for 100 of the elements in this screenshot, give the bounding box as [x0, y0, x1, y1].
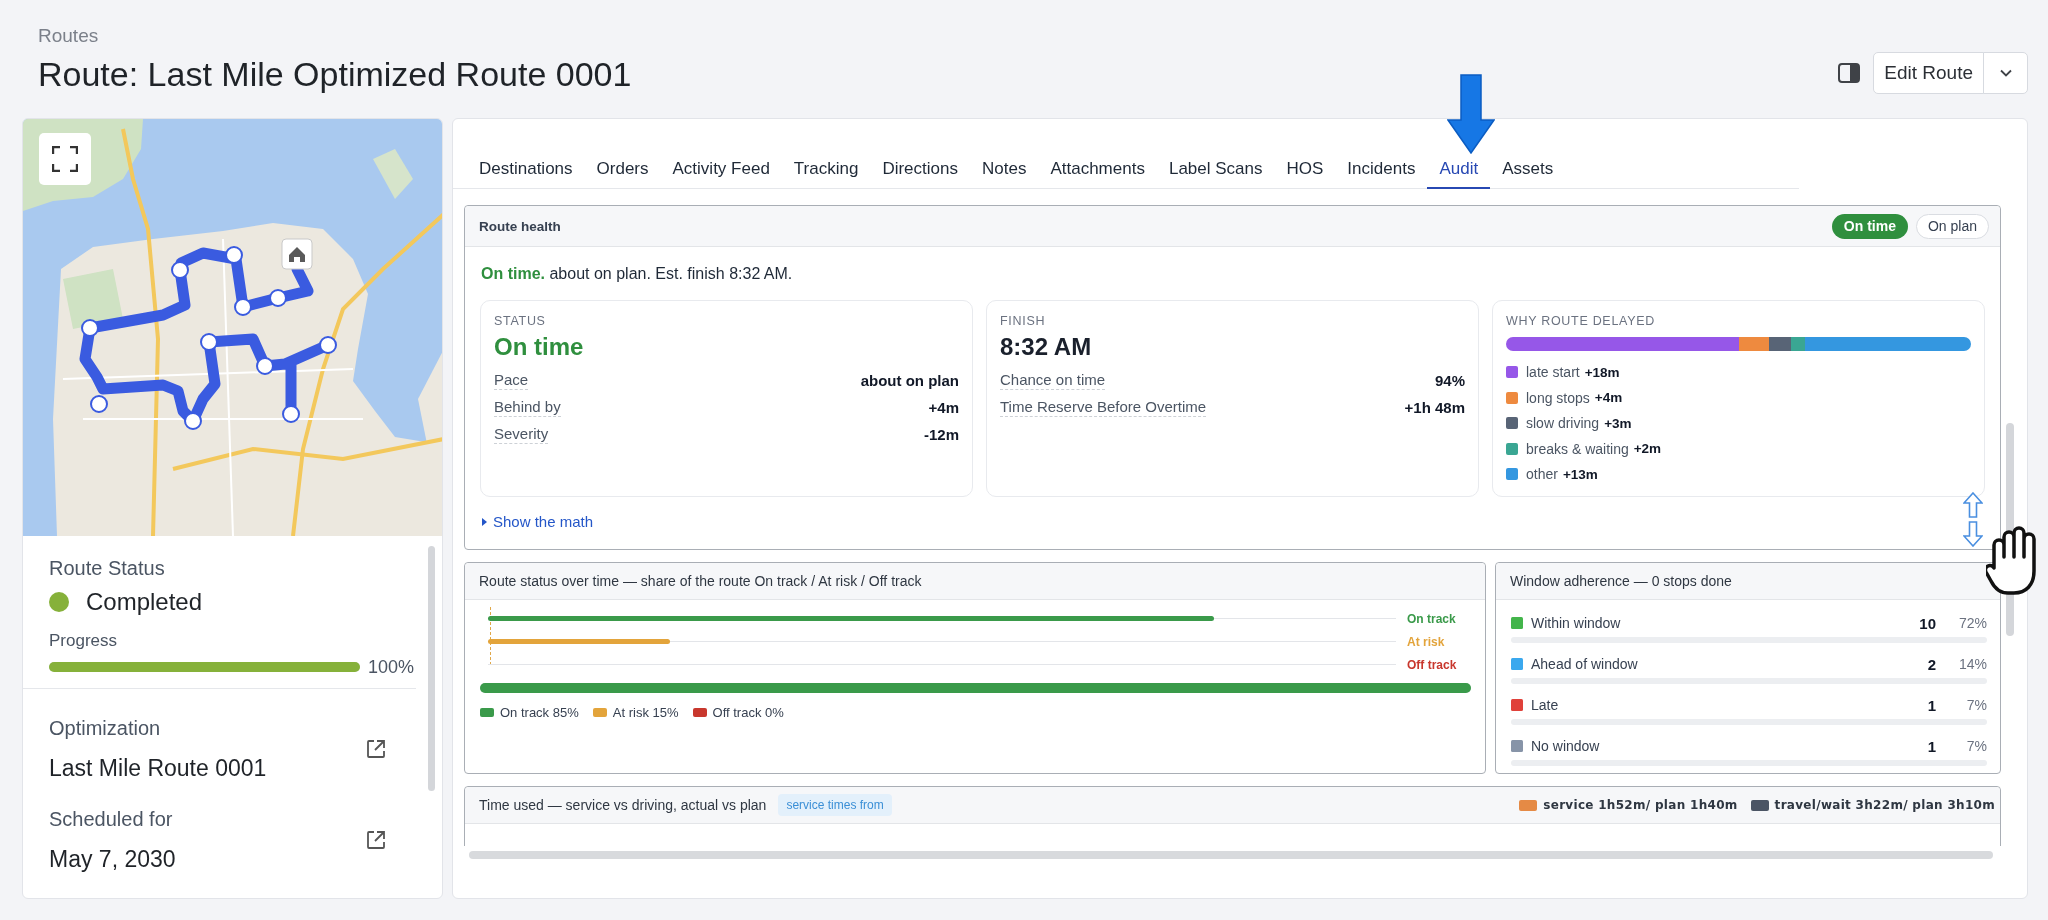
cause-value: +13m: [1562, 466, 1598, 482]
external-link-icon[interactable]: [366, 830, 386, 850]
metric-value: -12m: [923, 425, 959, 443]
adherence-count: 2: [1927, 655, 1936, 673]
panel-title: Time used — service vs driving, actual vs plan: [479, 797, 767, 813]
legend-label: Off track 0%: [712, 705, 784, 720]
vertical-scrollbar[interactable]: [428, 546, 435, 791]
stop-marker[interactable]: [81, 319, 99, 337]
card-label: STATUS: [494, 313, 547, 329]
tab[interactable]: HOS: [1274, 159, 1336, 189]
page-title: Route: Last Mile Optimized Route 0001: [38, 54, 632, 94]
stop-marker[interactable]: [90, 395, 108, 413]
down-arrow-icon: [1963, 521, 1983, 547]
cause-label: breaks & waiting: [1526, 440, 1629, 457]
track-label: On track: [1407, 611, 1455, 626]
route-status-value: Completed: [86, 589, 203, 615]
cause-value: +4m: [1594, 390, 1623, 405]
tab[interactable]: Directions: [870, 159, 970, 189]
tab[interactable]: Orders: [584, 159, 661, 189]
adherence-label: Within window: [1531, 615, 1621, 631]
metric-value: 94%: [1434, 371, 1465, 389]
panel-title: Route status over time — share of the route On track / At risk / Off track: [479, 573, 922, 589]
adherence-share: 14%: [1957, 656, 1987, 672]
legend-label: On track 85%: [500, 705, 579, 720]
metric-value: +1h 48m: [1404, 398, 1465, 416]
metric-value: about on plan: [860, 371, 959, 389]
status-badge: On plan: [1915, 213, 1989, 239]
adherence-label: Late: [1531, 697, 1559, 713]
stop-marker[interactable]: [184, 412, 202, 430]
metric-label: Time Reserve Before Overtime: [1000, 397, 1207, 417]
tab[interactable]: Label Scans: [1156, 159, 1275, 189]
detail-value: May 7, 2030: [49, 846, 176, 872]
cause-value: +3m: [1604, 415, 1632, 431]
tab[interactable]: Assets: [1490, 159, 1566, 189]
horizontal-scrollbar[interactable]: [469, 851, 1993, 859]
stop-marker[interactable]: [171, 261, 189, 279]
metric-label: Pace: [494, 370, 529, 390]
panel-toggle-button[interactable]: [1838, 63, 1861, 83]
adherence-count: 1: [1927, 696, 1936, 714]
detail-label: Optimization: [49, 717, 162, 739]
home-marker-icon[interactable]: [281, 238, 313, 270]
track-label: Off track: [1407, 657, 1455, 672]
stop-marker[interactable]: [225, 246, 243, 264]
info-tag: service times from: [778, 794, 892, 816]
tab[interactable]: Activity Feed: [660, 159, 782, 189]
card-label: FINISH: [1000, 313, 1047, 329]
status-dot-icon: [49, 592, 69, 612]
tab[interactable]: Audit: [1427, 159, 1491, 189]
stop-marker[interactable]: [200, 333, 218, 351]
legend-label: travel/wait 3h22m/ plan 3h10m: [1774, 798, 1995, 812]
cause-value: +2m: [1633, 441, 1662, 456]
cause-label: long stops: [1526, 389, 1590, 406]
metric-label: Chance on time: [1000, 370, 1106, 390]
adherence-count: 1: [1927, 737, 1936, 755]
stop-marker[interactable]: [282, 405, 300, 423]
metric-label: Behind by: [494, 397, 561, 417]
down-arrow-icon: [1447, 74, 1495, 154]
caret-icon: [1999, 69, 2012, 77]
up-arrow-icon: [1963, 492, 1983, 518]
stop-marker[interactable]: [234, 298, 252, 316]
adherence-label: Ahead of window: [1531, 656, 1638, 672]
tab[interactable]: Tracking: [781, 159, 871, 189]
caret-icon: [482, 518, 487, 526]
progress-reading: 100%: [368, 656, 415, 678]
fullscreen-button[interactable]: [39, 133, 91, 185]
adherence-count: 10: [1919, 614, 1936, 632]
stop-marker[interactable]: [319, 336, 337, 354]
route-status-label: Route Status: [49, 557, 166, 579]
adherence-share: 72%: [1957, 615, 1987, 631]
legend-label: service 1h52m/ plan 1h40m: [1543, 798, 1738, 812]
track-label: At risk: [1407, 634, 1446, 649]
tab[interactable]: Destinations: [467, 159, 585, 189]
metric-label: Severity: [494, 424, 549, 444]
detail-value: Last Mile Route 0001: [49, 755, 267, 781]
detail-label: Scheduled for: [49, 808, 174, 830]
stop-marker[interactable]: [256, 357, 274, 375]
stop-marker[interactable]: [269, 289, 287, 307]
tab[interactable]: Incidents: [1335, 159, 1428, 189]
show-math-link[interactable]: Show the math: [482, 513, 594, 531]
health-summary: On time. about on plan. Est. finish 8:32 AM.: [481, 264, 794, 284]
panel-icon: [1838, 63, 1861, 83]
cause-label: late start: [1526, 364, 1580, 380]
cause-label: other: [1526, 466, 1558, 482]
breadcrumb-link[interactable]: Routes: [38, 25, 632, 47]
tab[interactable]: Notes: [970, 159, 1039, 189]
external-link-icon[interactable]: [366, 739, 386, 759]
panel-title: Route health: [479, 218, 561, 234]
adherence-share: 7%: [1965, 697, 1987, 713]
panel-title: Window adherence — 0 stops done: [1510, 573, 1732, 589]
cause-label: slow driving: [1526, 415, 1600, 431]
adherence-label: No window: [1531, 738, 1600, 754]
card-headline: 8:32 AM: [1000, 332, 1093, 362]
cause-value: +18m: [1584, 364, 1620, 380]
adherence-share: 7%: [1965, 738, 1987, 754]
edit-route-button[interactable]: Edit Route: [1873, 52, 1984, 94]
card-label: WHY ROUTE DELAYED: [1506, 313, 1656, 329]
tab[interactable]: Attachments: [1038, 159, 1157, 189]
card-headline: On time: [494, 332, 585, 362]
legend-label: At risk 15%: [612, 705, 679, 720]
fullscreen-icon: [52, 146, 78, 172]
